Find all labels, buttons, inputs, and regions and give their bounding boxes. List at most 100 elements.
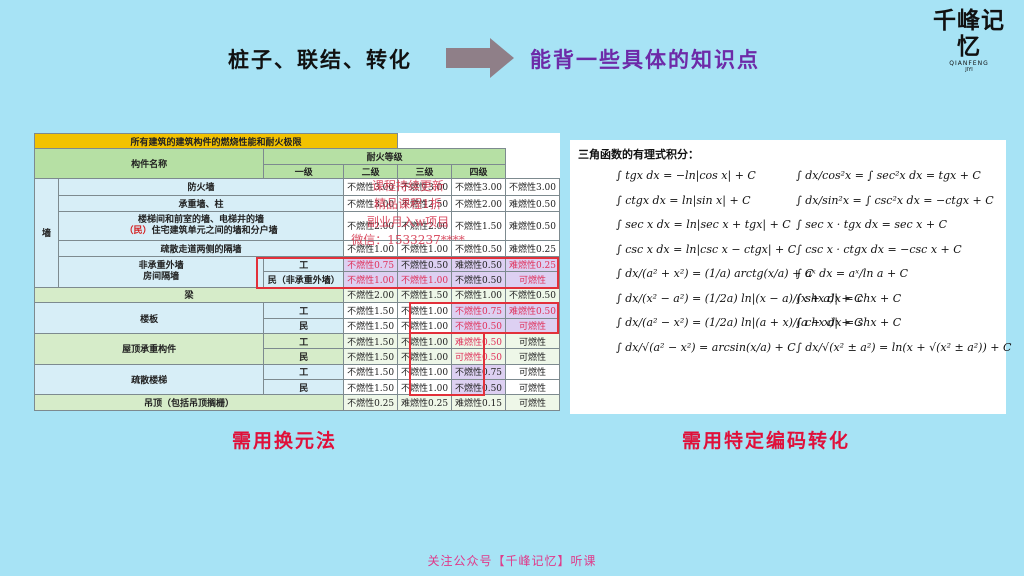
table-cell: 难燃性0.50 bbox=[504, 210, 561, 241]
table-cell: 可燃性 bbox=[504, 271, 561, 288]
table-cell: 不燃性1.00 bbox=[397, 317, 453, 334]
formula: ∫ aˣ dx = aˣ/ln a + C bbox=[796, 267, 909, 280]
table-cell: 难燃性0.50 bbox=[451, 256, 506, 273]
table-cell: 不燃性1.00 bbox=[397, 363, 453, 381]
formula-panel: 三角函数的有理式积分： ∫ tgx dx = −ln|cos x| + C ∫ … bbox=[570, 140, 1011, 414]
sub-label-work: 工 bbox=[263, 302, 345, 319]
table-cell: 不燃性0.50 bbox=[397, 256, 453, 273]
table-cell: 可燃性 bbox=[504, 317, 561, 334]
table-cell: 可燃性 bbox=[504, 379, 561, 396]
table-cell: 可燃性 bbox=[504, 363, 561, 381]
heading-left: 桩子、联结、转化 bbox=[228, 48, 412, 72]
sub-label-civil: 民 bbox=[263, 348, 345, 365]
table-cell: 不燃性1.50 bbox=[343, 332, 399, 350]
row-name: 防火墙 bbox=[57, 178, 345, 196]
row-name-prefix: （民） bbox=[124, 225, 152, 236]
formula: ∫ dx/cos²x = ∫ sec²x dx = tgx + C bbox=[796, 169, 981, 182]
sub-label-civil: 民 bbox=[263, 379, 345, 396]
right-arrow-icon bbox=[446, 38, 514, 78]
table-cell: 可燃性 bbox=[504, 394, 561, 411]
sub-label-work: 工 bbox=[263, 256, 345, 273]
table-cell: 不燃性2.00 bbox=[343, 210, 399, 241]
col-header-name: 构件名称 bbox=[33, 148, 265, 180]
row-name: 承重墙、柱 bbox=[57, 194, 345, 212]
heading-row: 桩子、联结、转化 能背一些具体的知识点 bbox=[0, 36, 1024, 80]
table-cell: 不燃性1.50 bbox=[343, 348, 399, 365]
table-cell: 可燃性 bbox=[504, 332, 561, 350]
ceiling-label: 吊顶（包括吊顶搁栅） bbox=[33, 394, 345, 411]
sub-label-civil: 民 bbox=[263, 317, 345, 334]
table-cell: 不燃性2.50 bbox=[397, 194, 453, 212]
table-cell: 难燃性0.50 bbox=[504, 302, 561, 319]
row-name-line1: 楼梯间和前室的墙、电梯井的墙 bbox=[138, 214, 265, 225]
formula: ∫ shx dx = chx + C bbox=[796, 291, 902, 305]
table-cell: 难燃性0.50 bbox=[451, 332, 506, 350]
table-cell: 不燃性1.00 bbox=[397, 348, 453, 365]
table-cell: 不燃性2.00 bbox=[343, 286, 399, 304]
row-name: 疏散走道两侧的隔墙 bbox=[57, 239, 345, 258]
formula: ∫ dx/√(x² ± a²) = ln(x + √(x² ± a²)) + C bbox=[796, 340, 1012, 354]
roof-label: 屋顶承重构件 bbox=[33, 332, 265, 365]
wall-label: 墙 bbox=[34, 178, 59, 288]
table-cell: 不燃性3.00 bbox=[343, 194, 399, 212]
table-cell: 难燃性0.50 bbox=[504, 194, 561, 212]
table-cell: 可燃性0.50 bbox=[451, 348, 506, 365]
grade-1: 一级 bbox=[263, 163, 345, 180]
table-cell: 不燃性0.50 bbox=[451, 239, 506, 258]
caption-right: 需用特定编码转化 bbox=[682, 430, 851, 452]
table-cell: 难燃性0.25 bbox=[504, 256, 561, 273]
stairs-label: 疏散楼梯 bbox=[33, 363, 265, 396]
fire-rating-table: 所有建筑的建筑构件的燃烧性能和耐火极限 构件名称 耐火等级 一级 二级 三级 四… bbox=[33, 132, 561, 411]
formula: ∫ dx/sin²x = ∫ csc²x dx = −ctgx + C bbox=[796, 193, 994, 207]
sub-label-work: 工 bbox=[263, 363, 345, 381]
table-cell: 不燃性0.25 bbox=[343, 394, 399, 411]
sub-label-work: 工 bbox=[263, 332, 345, 350]
formula: ∫ sec x · tgx dx = sec x + C bbox=[796, 218, 947, 231]
nonbearing-line2: 房间隔墙 bbox=[143, 271, 180, 282]
table-cell: 不燃性1.50 bbox=[397, 286, 453, 304]
table-cell: 不燃性3.00 bbox=[451, 178, 506, 196]
caption-left: 需用换元法 bbox=[232, 430, 338, 452]
table-cell: 不燃性2.00 bbox=[397, 210, 453, 241]
table-cell: 不燃性0.50 bbox=[451, 271, 506, 288]
table-cell: 不燃性1.50 bbox=[343, 379, 399, 396]
table-cell: 不燃性0.50 bbox=[451, 379, 506, 396]
table-cell: 不燃性2.00 bbox=[451, 194, 506, 212]
formula: ∫ chx dx = shx + C bbox=[796, 316, 902, 329]
formula: ∫ csc x · ctgx dx = −csc x + C bbox=[796, 242, 962, 256]
table-cell: 不燃性0.50 bbox=[451, 317, 506, 334]
table-cell: 不燃性1.00 bbox=[397, 379, 453, 396]
table-cell: 不燃性1.00 bbox=[397, 302, 453, 319]
table-cell: 不燃性0.50 bbox=[504, 286, 561, 304]
table-cell: 不燃性0.75 bbox=[451, 302, 506, 319]
sub-label-civil: 民（非承重外墙） bbox=[263, 271, 345, 288]
floor-label: 楼板 bbox=[33, 302, 265, 334]
table-cell: 不燃性1.00 bbox=[397, 239, 453, 258]
grade-3: 三级 bbox=[397, 163, 453, 180]
table-cell: 不燃性0.75 bbox=[451, 363, 506, 381]
table-cell: 难燃性0.15 bbox=[451, 394, 506, 411]
table-cell: 不燃性1.00 bbox=[451, 286, 506, 304]
table-cell: 不燃性0.75 bbox=[343, 256, 399, 273]
table-cell: 不燃性3.00 bbox=[504, 178, 561, 196]
heading-right: 能背一些具体的知识点 bbox=[530, 48, 760, 72]
table-cell: 难燃性0.25 bbox=[504, 239, 561, 258]
table-title: 所有建筑的建筑构件的燃烧性能和耐火极限 bbox=[33, 132, 399, 150]
table-cell: 不燃性1.00 bbox=[397, 332, 453, 350]
footer-text: 关注公众号【千峰记忆】听课 bbox=[427, 554, 597, 568]
formula-column-right: ∫ dx/cos²x = ∫ sec²x dx = tgx + C ∫ dx/s… bbox=[796, 164, 1011, 360]
table-cell: 不燃性3.00 bbox=[397, 178, 453, 196]
table-cell: 不燃性1.00 bbox=[343, 239, 399, 258]
table-cell: 不燃性1.00 bbox=[343, 271, 399, 288]
beam-label: 梁 bbox=[33, 286, 345, 304]
grade-2: 二级 bbox=[343, 163, 399, 180]
table-cell: 不燃性1.50 bbox=[451, 210, 506, 241]
table-cell: 可燃性 bbox=[504, 348, 561, 365]
table-cell: 不燃性3.00 bbox=[343, 178, 399, 196]
nonbearing-line1: 非承重外墙 bbox=[138, 260, 184, 271]
formula-title: 三角函数的有理式积分： bbox=[578, 148, 699, 161]
col-header-fire-grade: 耐火等级 bbox=[263, 148, 506, 165]
row-name-stairwell: 楼梯间和前室的墙、电梯井的墙 （民）住宅建筑单元之间的墙和分户墙 bbox=[57, 210, 345, 241]
grade-4: 四级 bbox=[451, 163, 506, 180]
table-cell: 难燃性0.25 bbox=[397, 394, 453, 411]
